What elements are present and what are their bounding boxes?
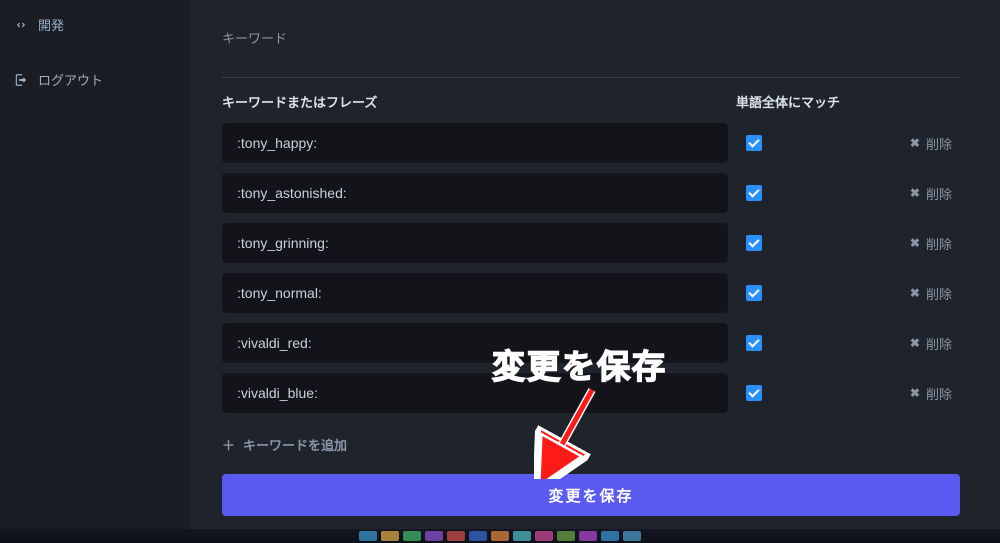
taskbar-icon[interactable] [601, 531, 619, 541]
taskbar-icon[interactable] [491, 531, 509, 541]
keyword-row: ✖ 削除 [222, 323, 960, 363]
delete-cell: ✖ 削除 [848, 134, 960, 153]
keyword-row: ✖ 削除 [222, 123, 960, 163]
taskbar-icon[interactable] [359, 531, 377, 541]
delete-cell: ✖ 削除 [848, 334, 960, 353]
taskbar-icon[interactable] [469, 531, 487, 541]
close-icon: ✖ [910, 286, 920, 300]
whole-word-cell [728, 235, 848, 251]
taskbar-icon[interactable] [403, 531, 421, 541]
delete-button[interactable]: ✖ 削除 [910, 234, 952, 253]
delete-button[interactable]: ✖ 削除 [910, 384, 952, 403]
taskbar-icon[interactable] [623, 531, 641, 541]
taskbar-icon[interactable] [425, 531, 443, 541]
section-title: キーワード [222, 28, 960, 59]
save-button[interactable]: 変更を保存 [222, 474, 960, 516]
taskbar-icon[interactable] [557, 531, 575, 541]
whole-word-cell [728, 385, 848, 401]
taskbar-icon[interactable] [535, 531, 553, 541]
col-header-wholeword: 単語全体にマッチ [728, 92, 848, 111]
whole-word-cell [728, 335, 848, 351]
delete-button[interactable]: ✖ 削除 [910, 334, 952, 353]
delete-label: 削除 [926, 134, 952, 153]
whole-word-checkbox[interactable] [746, 235, 762, 251]
keyword-input[interactable] [222, 323, 728, 363]
plus-icon: ＋ [222, 435, 235, 454]
add-keyword-label: キーワードを追加 [243, 435, 347, 454]
keyword-input[interactable] [222, 273, 728, 313]
keyword-row: ✖ 削除 [222, 173, 960, 213]
delete-cell: ✖ 削除 [848, 384, 960, 403]
whole-word-checkbox[interactable] [746, 185, 762, 201]
taskbar-icon[interactable] [447, 531, 465, 541]
keyword-input[interactable] [222, 373, 728, 413]
taskbar [0, 529, 1000, 543]
whole-word-checkbox[interactable] [746, 285, 762, 301]
keyword-input[interactable] [222, 123, 728, 163]
delete-button[interactable]: ✖ 削除 [910, 284, 952, 303]
taskbar-icon[interactable] [381, 531, 399, 541]
close-icon: ✖ [910, 186, 920, 200]
col-header-keyword: キーワードまたはフレーズ [222, 92, 728, 111]
close-icon: ✖ [910, 386, 920, 400]
delete-button[interactable]: ✖ 削除 [910, 134, 952, 153]
code-icon [14, 18, 28, 32]
sidebar: 開発 ログアウト [0, 0, 190, 543]
whole-word-cell [728, 285, 848, 301]
logout-icon [14, 73, 28, 87]
table-headers: キーワードまたはフレーズ 単語全体にマッチ [222, 92, 960, 111]
sidebar-item-label: ログアウト [38, 70, 103, 89]
delete-label: 削除 [926, 334, 952, 353]
keyword-rows: ✖ 削除 ✖ 削除 ✖ 削除 ✖ 削除 ✖ 削除 ✖ 削除 [222, 123, 960, 413]
keyword-input[interactable] [222, 173, 728, 213]
delete-label: 削除 [926, 234, 952, 253]
close-icon: ✖ [910, 236, 920, 250]
close-icon: ✖ [910, 336, 920, 350]
whole-word-cell [728, 185, 848, 201]
sidebar-item-logout[interactable]: ログアウト [0, 61, 190, 98]
keyword-row: ✖ 削除 [222, 373, 960, 413]
delete-cell: ✖ 削除 [848, 184, 960, 203]
whole-word-checkbox[interactable] [746, 385, 762, 401]
whole-word-cell [728, 135, 848, 151]
section-divider [222, 77, 960, 78]
sidebar-item-label: 開発 [38, 15, 64, 34]
delete-label: 削除 [926, 184, 952, 203]
taskbar-icon[interactable] [513, 531, 531, 541]
delete-label: 削除 [926, 384, 952, 403]
keyword-row: ✖ 削除 [222, 223, 960, 263]
sidebar-item-development[interactable]: 開発 [0, 6, 190, 43]
keyword-input[interactable] [222, 223, 728, 263]
close-icon: ✖ [910, 136, 920, 150]
whole-word-checkbox[interactable] [746, 335, 762, 351]
main-content: キーワード キーワードまたはフレーズ 単語全体にマッチ ✖ 削除 ✖ 削除 ✖ 削除 ✖ 削除… [190, 0, 1000, 536]
taskbar-icon[interactable] [579, 531, 597, 541]
whole-word-checkbox[interactable] [746, 135, 762, 151]
delete-cell: ✖ 削除 [848, 234, 960, 253]
delete-label: 削除 [926, 284, 952, 303]
delete-button[interactable]: ✖ 削除 [910, 184, 952, 203]
keyword-row: ✖ 削除 [222, 273, 960, 313]
add-keyword-button[interactable]: ＋ キーワードを追加 [222, 435, 347, 454]
delete-cell: ✖ 削除 [848, 284, 960, 303]
